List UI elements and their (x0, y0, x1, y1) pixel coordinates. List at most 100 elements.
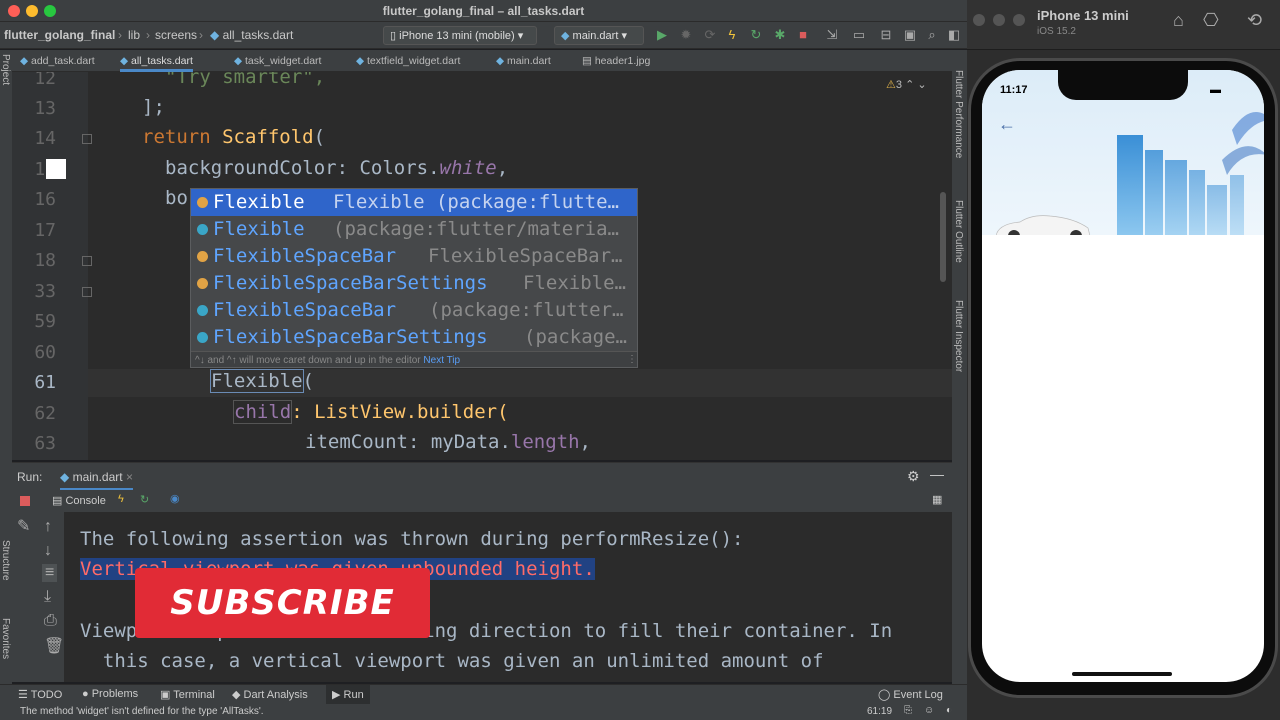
hot-restart-icon[interactable]: ↻ (140, 493, 149, 506)
devtools-icon[interactable]: ✱ (772, 27, 788, 43)
structure-tool-tab[interactable]: Structure (0, 540, 11, 581)
layout-toggle-icon[interactable]: ▦ (932, 493, 942, 506)
terminal-tab[interactable]: ▣ Terminal (160, 688, 215, 701)
print-icon[interactable]: ⎙ (44, 612, 57, 630)
flutter-performance-tab[interactable]: Flutter Performance (953, 70, 964, 158)
soft-wrap-icon[interactable]: ≡ (42, 564, 58, 582)
tab-all-tasks[interactable]: ◆ all_tasks.dart (120, 50, 193, 72)
problems-tab[interactable]: ● Problems (82, 688, 138, 700)
debug-icon[interactable]: ✹ (678, 27, 694, 43)
completion-detail: Flexible… (523, 272, 626, 294)
minimize-window-button[interactable] (993, 14, 1005, 26)
hot-reload-icon[interactable]: ϟ (118, 493, 124, 505)
todo-tab[interactable]: ☰ TODO (18, 688, 62, 701)
sdk-manager-icon[interactable]: ⊟ (878, 27, 894, 43)
editor-scrollbar[interactable] (940, 192, 946, 282)
stop-icon[interactable]: ■ (795, 27, 811, 43)
close-icon[interactable]: × (126, 470, 133, 484)
simulator-os-version: iOS 15.2 (1037, 26, 1076, 37)
code-string: "Try smarter", (165, 72, 326, 88)
search-icon[interactable]: ⌕ (924, 27, 940, 43)
attach-icon[interactable]: ⇲ (824, 27, 840, 43)
tab-label: task_widget.dart (245, 55, 322, 67)
avd-manager-icon[interactable]: ▣ (902, 27, 918, 43)
scroll-to-end-icon[interactable]: ⤓ (44, 588, 51, 606)
devtools-globe-icon[interactable]: ◉ (170, 492, 180, 505)
breadcrumb-project[interactable]: flutter_golang_final (4, 28, 115, 42)
fold-icon[interactable] (82, 134, 92, 144)
run-tab[interactable]: ▶ Run (326, 685, 370, 705)
home-icon[interactable]: ⌂ (1173, 10, 1184, 31)
pin-icon[interactable]: ✎ (17, 516, 30, 536)
subscribe-overlay[interactable]: SUBSCRIBE (135, 568, 430, 638)
color-swatch-icon[interactable] (46, 159, 66, 179)
rotate-icon[interactable]: ⟲ (1247, 10, 1262, 31)
tab-task-widget[interactable]: ◆ task_widget.dart (234, 50, 321, 72)
console-line: this case, a vertical viewport was given… (80, 650, 824, 672)
flutter-outline-tab[interactable]: Flutter Outline (953, 200, 964, 263)
project-tool-tab[interactable]: Project (0, 54, 11, 85)
device-selector[interactable]: ▯ iPhone 13 mini (mobile) ▾ (383, 26, 537, 45)
breadcrumb-separator: › (146, 28, 150, 42)
stop-icon[interactable] (20, 496, 30, 506)
fold-icon[interactable] (82, 256, 92, 266)
arrow-down-icon[interactable]: ↓ (44, 542, 52, 560)
trash-icon[interactable]: 🗑 (44, 636, 64, 656)
dart-analysis-label: Dart Analysis (243, 689, 308, 701)
home-indicator[interactable] (1072, 672, 1172, 676)
completion-item[interactable]: Flexible Flexible (package:flutte… (191, 189, 637, 216)
hot-reload-icon[interactable]: ϟ (724, 27, 740, 43)
back-arrow-icon[interactable]: ← (998, 114, 1016, 135)
event-log-label: Event Log (893, 689, 943, 701)
fold-icon[interactable] (82, 287, 92, 297)
coverage-icon[interactable]: ⟳ (702, 27, 718, 43)
layout-icon[interactable]: ▭ (851, 27, 867, 43)
tab-textfield-widget[interactable]: ◆ textfield_widget.dart (356, 50, 460, 72)
console-tab[interactable]: ▤ Console (52, 494, 106, 507)
close-window-button[interactable] (973, 14, 985, 26)
completion-item[interactable]: FlexibleSpaceBarSettings (package… (191, 324, 637, 351)
screenshot-icon[interactable]: ⎔ (1203, 10, 1219, 31)
completion-item[interactable]: FlexibleSpaceBar FlexibleSpaceBar… (191, 243, 637, 270)
phone-screen[interactable]: 11:17 ▬ ← (982, 70, 1264, 682)
maximize-window-button[interactable] (1013, 14, 1025, 26)
completion-popup: Flexible Flexible (package:flutte… Flexi… (190, 188, 638, 368)
tab-label: textfield_widget.dart (367, 55, 461, 67)
line-number: 18 (34, 250, 56, 271)
breadcrumb-file[interactable]: ◆ all_tasks.dart (210, 28, 293, 42)
notification-icon[interactable]: ◐ (946, 705, 952, 716)
warning-count: 3 (895, 79, 902, 91)
breadcrumb-screens[interactable]: screens (155, 28, 197, 42)
lock-icon[interactable]: ⎘ (904, 705, 912, 716)
inspection-widget[interactable]: ⚠3 ⌃ ⌄ (886, 78, 927, 91)
gear-icon[interactable]: ⚙ (907, 468, 920, 485)
run-icon[interactable]: ▶ (654, 27, 670, 43)
dart-analysis-tab[interactable]: ◆ Dart Analysis (232, 688, 308, 701)
line-number: 14 (34, 128, 56, 149)
caret-position[interactable]: 61:19 (867, 706, 892, 717)
run-tab-main[interactable]: ◆ main.dart × (60, 463, 133, 491)
arrow-up-icon[interactable]: ↑ (44, 518, 52, 536)
smiley-icon[interactable]: ☺ (924, 705, 934, 716)
favorites-tool-tab[interactable]: Favorites (0, 618, 11, 659)
completion-item[interactable]: FlexibleSpaceBarSettings Flexible… (191, 270, 637, 297)
tab-header-image[interactable]: ▤ header1.jpg (582, 50, 650, 72)
minimize-icon[interactable]: — (930, 466, 944, 482)
next-tip-link[interactable]: Next Tip (423, 355, 460, 366)
hot-restart-icon[interactable]: ↻ (748, 27, 764, 43)
completion-item[interactable]: Flexible (package:flutter/materia… (191, 216, 637, 243)
completion-item[interactable]: FlexibleSpaceBar (package:flutter… (191, 297, 637, 324)
more-options-icon[interactable]: ⋮ (627, 354, 637, 365)
completion-detail: FlexibleSpaceBar… (428, 245, 623, 267)
flutter-inspector-tab[interactable]: Flutter Inspector (953, 300, 964, 372)
run-tab-label: main.dart (72, 470, 123, 484)
breadcrumb-lib[interactable]: lib (128, 28, 140, 42)
tab-add-task[interactable]: ◆ add_task.dart (20, 50, 95, 72)
tab-label: add_task.dart (31, 55, 95, 67)
run-config-selector[interactable]: ◆ main.dart ▾ (554, 26, 644, 45)
event-log-tab[interactable]: ◯ Event Log (878, 688, 943, 701)
tab-main[interactable]: ◆ main.dart (496, 50, 551, 72)
status-bar: The method 'widget' isn't defined for th… (0, 704, 967, 720)
settings-panel-icon[interactable]: ◧ (946, 27, 962, 43)
code-punct: , (496, 157, 509, 179)
